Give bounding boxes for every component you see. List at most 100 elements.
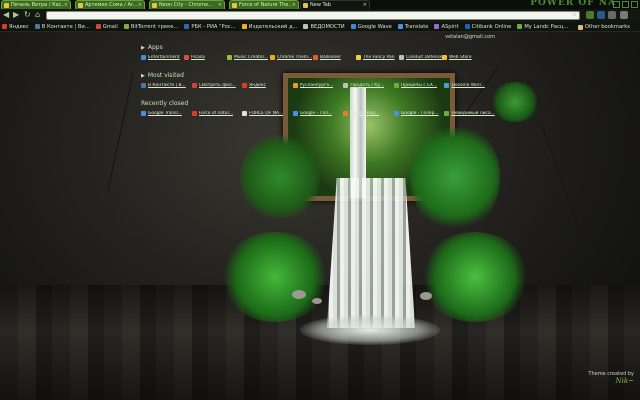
app-item[interactable]: Picasa: [184, 55, 227, 60]
back-icon[interactable]: ◀: [3, 11, 9, 19]
bookmark-item[interactable]: ВЕДОМОСТИ: [303, 23, 345, 30]
site-favicon-icon: [393, 83, 399, 88]
signed-in-email[interactable]: vetalan@gmail.com: [445, 34, 495, 40]
tab-2[interactable]: Neon City - Chrome... ×: [149, 0, 225, 9]
extension-icon-2[interactable]: [597, 11, 605, 19]
bookmark-favicon-icon: [241, 24, 247, 29]
waterfall: [326, 178, 416, 328]
bookmark-item[interactable]: BitTorrent треке...: [123, 24, 178, 30]
tab-favicon-icon: [78, 2, 83, 8]
bookmark-label: Яндекс: [9, 23, 29, 30]
tab-4[interactable]: New Tab ×: [300, 0, 370, 9]
tab-0[interactable]: Печаль Ветра / Кас... ×: [1, 0, 71, 9]
site-favicon-icon: [399, 55, 404, 60]
recently-closed-item[interactable]: Force of natur...: [191, 111, 243, 116]
tab-3[interactable]: Force of Nature The... ×: [229, 0, 299, 9]
bookmark-item[interactable]: Gmail: [95, 24, 118, 30]
bookmark-item[interactable]: Google Wave: [350, 23, 392, 30]
bookmark-item[interactable]: ASpirit: [434, 24, 459, 30]
forward-icon[interactable]: ▶: [13, 11, 19, 19]
recently-closed-item[interactable]: Google - Галер...: [393, 111, 445, 116]
recently-closed-item[interactable]: Force - Кор...: [343, 111, 394, 116]
tab-title: Force of Nature The...: [239, 2, 292, 8]
rock: [292, 290, 306, 299]
bookmark-item[interactable]: My Landc Расц...: [517, 24, 568, 30]
most-visited-item-label: Dosome Worl...: [451, 83, 485, 88]
app-item[interactable]: Chrome Them...: [270, 55, 313, 60]
minimize-icon[interactable]: [613, 1, 620, 8]
tab-close-icon[interactable]: ×: [64, 2, 68, 8]
app-item[interactable]: Entertainment: [141, 55, 184, 60]
tab-favicon-icon: [303, 2, 308, 8]
window-controls: [613, 1, 638, 8]
app-item[interactable]: Conduit Defense: [399, 55, 442, 60]
extension-icon[interactable]: [586, 11, 594, 19]
app-item-label: Ballooner: [320, 55, 341, 60]
tab-close-icon[interactable]: ×: [292, 2, 296, 8]
recently-closed-item-label: Force - Кор...: [350, 111, 380, 116]
rock: [312, 298, 322, 304]
toolbar: ◀ ▶ ↻ ⌂ ☆: [0, 9, 640, 23]
bookmark-label: ВЕДОМОСТИ: [310, 23, 345, 30]
tab-close-icon[interactable]: ×: [363, 2, 367, 8]
site-favicon-icon: [444, 83, 450, 88]
grass-plant: [420, 232, 530, 322]
maximize-icon[interactable]: [622, 1, 629, 8]
tab-close-icon[interactable]: ×: [138, 2, 142, 8]
most-visited-item[interactable]: Русланпурге...: [292, 83, 344, 88]
recently-closed-item[interactable]: Google Transl...: [141, 111, 192, 116]
bookmark-star-icon[interactable]: ☆: [572, 11, 577, 18]
apps-section-header[interactable]: ▶ Apps: [141, 44, 495, 51]
home-icon[interactable]: ⌂: [35, 11, 40, 19]
page-menu-icon[interactable]: [608, 11, 616, 19]
wall-texture: [541, 125, 580, 229]
recently-closed-item-label: Google - Гал...: [299, 111, 332, 116]
bookmark-favicon-icon: [2, 24, 7, 29]
most-visited-item[interactable]: Смотреть фил...: [191, 83, 243, 88]
most-visited-item[interactable]: В Контакте | В...: [141, 83, 192, 88]
reload-icon[interactable]: ↻: [24, 11, 31, 19]
bookmark-item[interactable]: Издательский д...: [241, 24, 297, 30]
bookmark-label: Translate: [404, 23, 429, 30]
tab-1[interactable]: Артемио Сома / Ar... ×: [75, 0, 145, 9]
theme-signature: Nik~: [615, 377, 634, 385]
bookmark-favicon-icon: [303, 24, 309, 29]
most-visited-item-label: Продать / Ку...: [350, 83, 385, 88]
recently-closed-item[interactable]: FORCE OF NA...: [242, 111, 293, 116]
bookmark-item[interactable]: Яндекс: [2, 24, 29, 30]
tab-close-icon[interactable]: ×: [218, 2, 222, 8]
most-visited-item[interactable]: Продать / Ку...: [343, 83, 394, 88]
fern-plant-lower: [220, 232, 330, 322]
bookmark-item[interactable]: В Контакте | Ви...: [34, 24, 90, 30]
wrench-menu-icon[interactable]: [620, 11, 628, 19]
bookmark-favicon-icon: [34, 24, 40, 29]
bookmark-label: РБК - РИА "Рос...: [191, 23, 236, 30]
app-item[interactable]: Music Creator...: [227, 55, 270, 60]
app-item-label: Music Creator...: [234, 55, 269, 60]
most-visited-item[interactable]: Dosome Worl...: [444, 83, 495, 88]
most-visited-item-label: В Контакте | В...: [148, 83, 186, 88]
recently-closed-item[interactable]: Невидимый лиса...: [444, 111, 495, 116]
most-visited-item[interactable]: Яндекс: [242, 83, 293, 88]
bookmark-item[interactable]: Citibank Online: [464, 24, 511, 30]
bookmark-item[interactable]: Translate: [397, 23, 429, 30]
app-item-label: The Fancy Pan: [363, 55, 395, 60]
app-item[interactable]: The Fancy Pan: [356, 55, 399, 60]
app-item-label: Picasa: [191, 55, 205, 60]
most-visited-item-label: Смотреть фил...: [198, 83, 236, 88]
tab-title: Neon City - Chrome...: [159, 2, 213, 8]
address-bar[interactable]: ☆: [46, 11, 580, 20]
close-window-icon[interactable]: [631, 1, 638, 8]
theme-brand-text: POWER OF NA: [530, 0, 616, 8]
bookmark-favicon-icon: [184, 24, 190, 29]
app-item[interactable]: Web Store: [442, 55, 485, 60]
site-favicon-icon: [141, 55, 146, 60]
most-visited-section-header[interactable]: ▶ Most visited: [141, 72, 495, 79]
app-item[interactable]: Ballooner: [313, 55, 356, 60]
bookmark-item[interactable]: РБК - РИА "Рос...: [184, 23, 236, 30]
recently-closed-item[interactable]: Google - Гал...: [292, 111, 344, 116]
tab-title: New Tab: [310, 2, 331, 8]
most-visited-item[interactable]: Прицепы с ЕХ...: [393, 83, 445, 88]
bookmark-label: Google Wave: [357, 23, 392, 30]
other-bookmarks[interactable]: Other bookmarks: [577, 22, 636, 32]
